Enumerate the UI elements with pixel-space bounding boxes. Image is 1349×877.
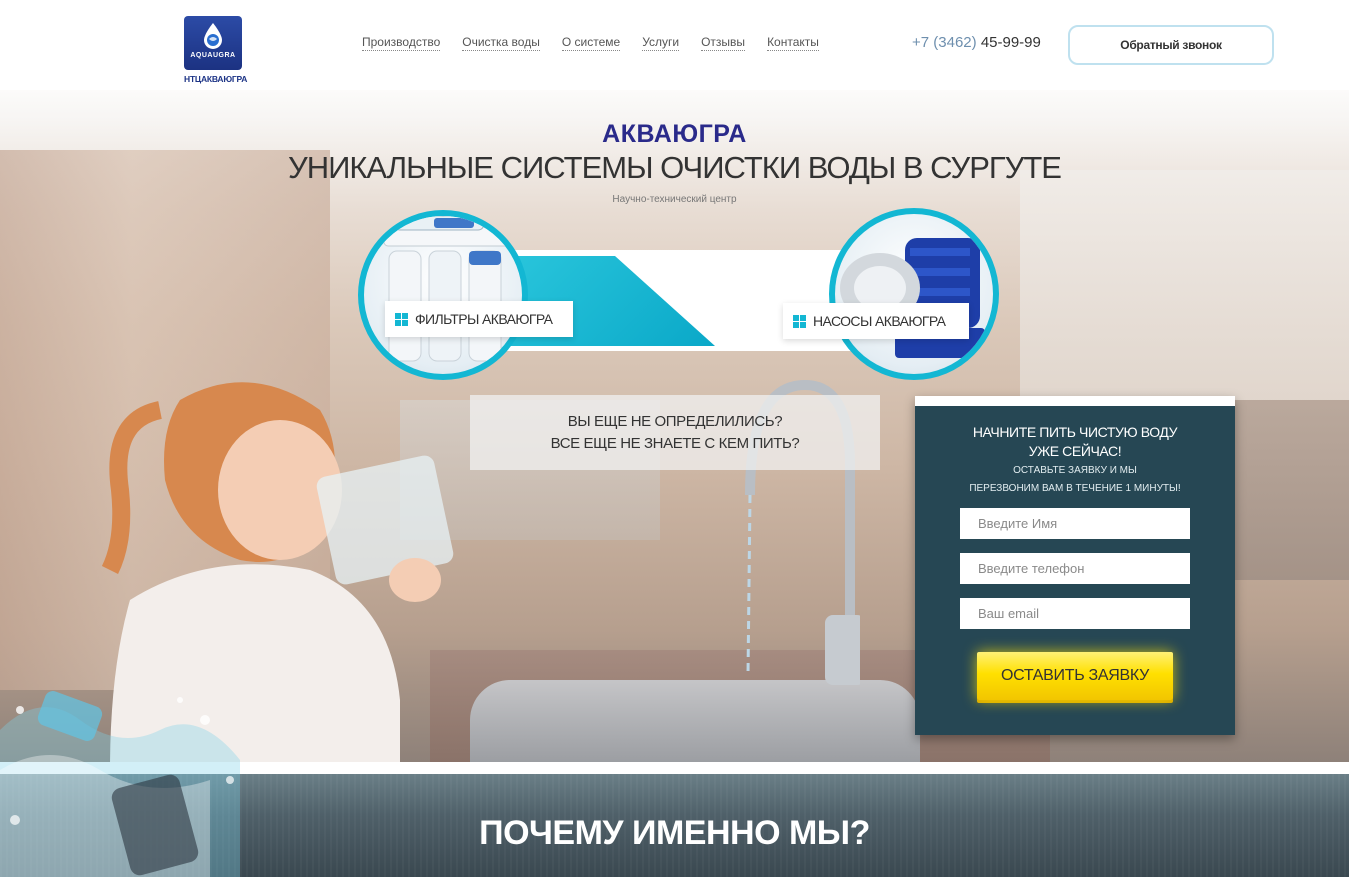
form-note-line-2: ПЕРЕЗВОНИМ ВАМ В ТЕЧЕНИЕ 1 МИНУТЫ! [969, 483, 1181, 494]
pump-circle[interactable] [829, 208, 999, 380]
callback-button[interactable]: Обратный звонок [1068, 25, 1274, 65]
phone-digits: 45-99-99 [980, 34, 1041, 51]
main-nav: Производство Очистка воды О системе Услу… [362, 35, 841, 51]
form-title-line-1: НАЧНИТЕ ПИТЬ ЧИСТУЮ ВОДУ [972, 424, 1178, 440]
brand-title: АКВАЮГРА [602, 120, 747, 148]
nav-item-water-treatment[interactable]: Очистка воды [462, 35, 540, 51]
filters-label: ФИЛЬТРЫ АКВАЮГРА [415, 311, 553, 327]
grid-icon [793, 314, 806, 328]
logo[interactable]: AQUAUGRA НТЦАКВАЮГРА [184, 16, 248, 88]
logo-subtitle: НТЦАКВАЮГРА [184, 74, 248, 84]
nav-item-services[interactable]: Услуги [642, 35, 680, 51]
filters-link[interactable]: ФИЛЬТРЫ АКВАЮГРА [385, 301, 573, 337]
water-filter-image [383, 216, 522, 362]
lead-form: НАЧНИТЕ ПИТЬ ЧИСТУЮ ВОДУ УЖЕ СЕЙЧАС! ОСТ… [915, 396, 1235, 735]
water-drop-logo-icon [204, 23, 222, 49]
grid-icon [395, 312, 408, 326]
name-field[interactable] [960, 508, 1190, 539]
pumps-link[interactable]: НАСОСЫ АКВАЮГРА [783, 303, 969, 339]
hero-section: АКВАЮГРА УНИКАЛЬНЫЕ СИСТЕМЫ ОЧИСТКИ ВОДЫ… [0, 70, 1349, 762]
pumps-label: НАСОСЫ АКВАЮГРА [813, 313, 946, 329]
logo-badge: AQUAUGRA [184, 16, 242, 70]
phone-field[interactable] [960, 553, 1190, 584]
water-splash-image [0, 691, 240, 877]
phone-number[interactable]: +7 (3462) 45-99-99 [912, 34, 1041, 51]
page-subline: Научно-технический центр [612, 194, 737, 205]
submit-request-button[interactable]: ОСТАВИТЬ ЗАЯВКУ [977, 652, 1173, 700]
filter-circle[interactable] [358, 210, 528, 380]
nav-item-about-system[interactable]: О системе [561, 35, 621, 51]
phone-code: +7 (3462) [912, 34, 977, 51]
question-line-1: ВЫ ЕЩЕ НЕ ОПРЕДЕЛИЛИСЬ? [567, 412, 783, 430]
question-line-2: ВСЕ ЕЩЕ НЕ ЗНАЕТЕ С КЕМ ПИТЬ? [550, 434, 800, 452]
nav-item-reviews[interactable]: Отзывы [701, 35, 746, 51]
nav-item-contacts[interactable]: Контакты [767, 35, 819, 51]
site-header: AQUAUGRA НТЦАКВАЮГРА Производство Очистк… [0, 0, 1349, 90]
email-field[interactable] [960, 598, 1190, 629]
form-note-line-1: ОСТАВЬТЕ ЗАЯВКУ И МЫ [1013, 465, 1137, 476]
logo-text: AQUAUGRA [190, 52, 236, 59]
question-box: ВЫ ЕЩЕ НЕ ОПРЕДЕЛИЛИСЬ? ВСЕ ЕЩЕ НЕ ЗНАЕТ… [470, 395, 880, 470]
form-title-line-2: УЖЕ СЕЙЧАС! [1028, 443, 1122, 459]
nav-item-production[interactable]: Производство [362, 35, 441, 51]
page-headline: УНИКАЛЬНЫЕ СИСТЕМЫ ОЧИСТКИ ВОДЫ В СУРГУТ… [288, 150, 1062, 185]
